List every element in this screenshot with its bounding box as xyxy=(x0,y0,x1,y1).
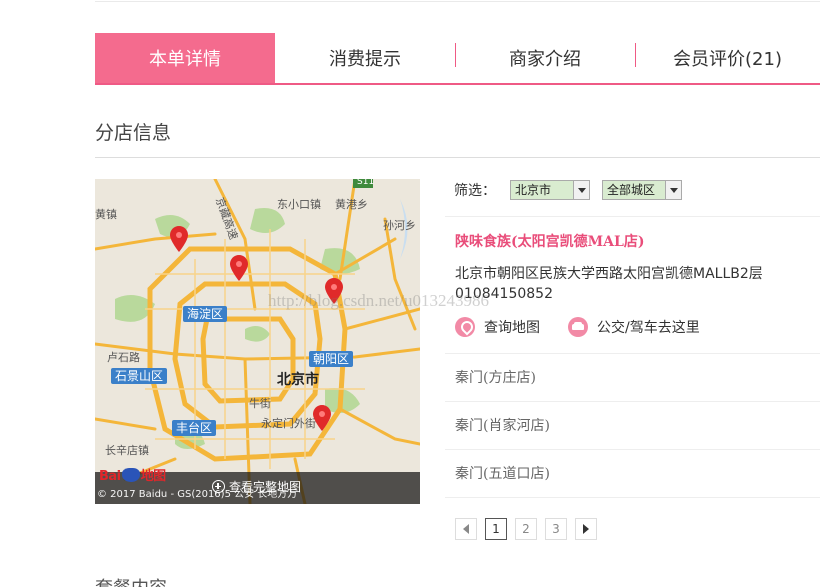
map-district-shijingshan: 石景山区 xyxy=(111,368,168,384)
detail-tabs: 本单详情 消费提示 商家介绍 会员评价(21) xyxy=(95,33,820,85)
map-district-chaoyang: 朝阳区 xyxy=(309,351,354,367)
map-label: 东小口镇 xyxy=(277,198,321,211)
city-select-value: 北京市 xyxy=(515,183,552,197)
route-button[interactable]: 公交/驾车去这里 xyxy=(568,317,700,337)
next-page-icon[interactable] xyxy=(575,518,597,540)
map-label: 黄镇 xyxy=(95,208,117,221)
chevron-down-icon xyxy=(665,181,681,199)
car-icon xyxy=(568,317,588,337)
view-full-map-button[interactable]: 查看完整地图 xyxy=(212,478,301,495)
section-title: 分店信息 xyxy=(95,122,172,144)
divider xyxy=(445,497,820,498)
tab-label: 商家介绍 xyxy=(509,49,581,70)
tab-separator xyxy=(455,43,456,67)
map-label: 牛街 xyxy=(249,397,271,410)
divider xyxy=(445,449,820,450)
filter-label: 筛选： xyxy=(454,183,496,199)
baidu-paw-icon xyxy=(121,468,140,482)
branch-item[interactable]: 秦门(方庄店) xyxy=(455,367,536,387)
map-marker-icon xyxy=(455,317,475,337)
next-section-title: 套餐内容 xyxy=(95,574,167,587)
chevron-down-icon xyxy=(573,181,589,199)
district-select-value: 全部城区 xyxy=(607,183,656,197)
divider xyxy=(445,353,820,354)
section-divider xyxy=(95,157,820,158)
zoom-in-icon xyxy=(212,480,225,493)
prev-page-icon[interactable] xyxy=(455,518,477,540)
tab-member-reviews[interactable]: 会员评价(21) xyxy=(635,33,820,83)
query-map-button[interactable]: 查询地图 xyxy=(455,317,540,337)
branch-filter: 筛选： 北京市 全部城区 xyxy=(454,180,694,200)
baidu-logo-text: 地图 xyxy=(140,469,167,484)
tab-merchant-intro[interactable]: 商家介绍 xyxy=(455,33,635,83)
map-pin-icon[interactable] xyxy=(325,278,343,304)
top-divider xyxy=(95,1,820,2)
map-label: 黄港乡 xyxy=(335,198,368,211)
map-pin-icon[interactable] xyxy=(230,255,248,281)
map-pin-icon[interactable] xyxy=(170,226,188,252)
route-label: 公交/驾车去这里 xyxy=(597,320,700,336)
view-full-map-label: 查看完整地图 xyxy=(229,480,302,494)
divider xyxy=(445,216,820,217)
page-button[interactable]: 1 xyxy=(485,518,507,540)
map-district-haidian: 海淀区 xyxy=(183,306,228,322)
city-select[interactable]: 北京市 xyxy=(510,180,590,200)
baidu-map-logo: Bai 地图 xyxy=(99,468,167,484)
page-button[interactable]: 2 xyxy=(515,518,537,540)
tab-separator xyxy=(635,43,636,67)
tab-label: 消费提示 xyxy=(329,49,401,70)
map-city-label: 北京市 xyxy=(277,372,319,388)
store-actions: 查询地图 公交/驾车去这里 xyxy=(455,317,700,337)
map-label: 卢石路 xyxy=(107,351,140,364)
store-name-link[interactable]: 陕味食族(太阳宫凯德MAL店) xyxy=(455,231,644,251)
map-district-fengtai: 丰台区 xyxy=(172,420,217,436)
branch-item[interactable]: 秦门(肖家河店) xyxy=(455,415,550,435)
district-select[interactable]: 全部城区 xyxy=(602,180,682,200)
pagination: 1 2 3 xyxy=(455,518,597,540)
map-pin-icon[interactable] xyxy=(313,405,331,431)
map-label-s11: S11 xyxy=(357,179,375,187)
map-label: 长辛店镇 xyxy=(105,444,149,457)
tab-label: 本单详情 xyxy=(149,49,221,70)
map-label: 孙河乡 xyxy=(383,219,416,232)
tab-label: 会员评价(21) xyxy=(673,49,782,70)
query-map-label: 查询地图 xyxy=(484,320,540,336)
store-phone: 01084150852 xyxy=(455,286,553,302)
branch-map[interactable]: S11 东小口镇 黄港乡 孙河乡 黄镇 京藏高速 卢石路 牛街 永定门外街 长辛… xyxy=(95,179,420,504)
branch-item[interactable]: 秦门(五道口店) xyxy=(455,463,550,483)
store-address: 北京市朝阳区民族大学西路太阳宫凯德MALLB2层 xyxy=(455,266,763,282)
tab-deal-details[interactable]: 本单详情 xyxy=(95,33,275,83)
map-label: 永定门外街 xyxy=(261,417,316,430)
divider xyxy=(445,401,820,402)
page-button[interactable]: 3 xyxy=(545,518,567,540)
tab-consumption-tips[interactable]: 消费提示 xyxy=(275,33,455,83)
